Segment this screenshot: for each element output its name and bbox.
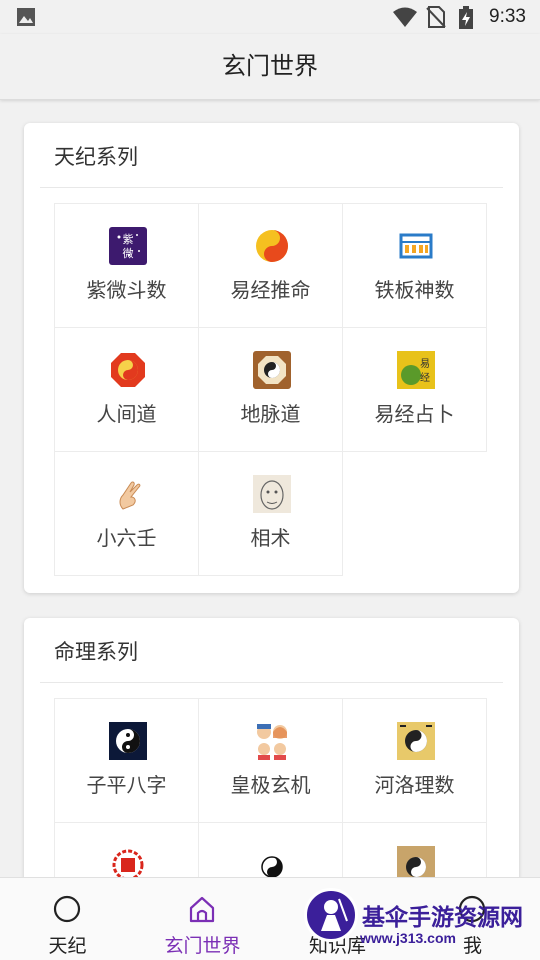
section-card-tianji: 天纪系列 紫 微 紫微斗数 易经推命 铁板神数 人间道 地脉道 易 经 易经占卜… <box>24 123 519 593</box>
watermark-text: 基伞手游资源网 <box>362 904 523 930</box>
app-bar: 玄门世界 <box>0 34 540 100</box>
image-notification-icon <box>17 8 35 26</box>
svg-text:微: 微 <box>123 246 134 260</box>
bagua-brown-icon <box>397 846 435 877</box>
status-bar: 9:33 <box>0 0 540 34</box>
wifi-icon <box>393 7 417 27</box>
grid-item-label: 河洛理数 <box>374 775 455 797</box>
red-seal-icon <box>112 849 144 877</box>
section-title: 命理系列 <box>54 641 138 664</box>
battery-charging-icon <box>459 6 473 29</box>
bagua-red-icon <box>111 353 145 387</box>
divider <box>40 682 503 683</box>
no-sim-icon <box>426 6 446 28</box>
home-icon <box>189 896 215 923</box>
svg-text:易: 易 <box>420 358 430 370</box>
section-title: 天纪系列 <box>54 146 138 169</box>
grid-item-label: 易经占卜 <box>374 404 455 426</box>
ziwei-icon: 紫 微 <box>109 227 147 265</box>
grid-item-label: 相术 <box>250 528 291 550</box>
svg-text:紫: 紫 <box>123 233 134 246</box>
grid-item-label: 紫微斗数 <box>86 280 167 302</box>
grid-item-label: 人间道 <box>96 404 157 426</box>
ninja-icon <box>321 898 348 931</box>
grid-item-dimaidao[interactable]: 地脉道 <box>198 327 343 452</box>
yinyang-orange-icon <box>256 230 288 262</box>
page-title: 玄门世界 <box>222 53 318 80</box>
grid-item-tieban[interactable]: 铁板神数 <box>342 203 487 328</box>
grid-item-6[interactable] <box>342 822 487 877</box>
face-sketch-icon <box>253 475 291 513</box>
hand-icon <box>119 481 141 510</box>
tab-xuanmen-shijie[interactable]: 玄门世界 <box>135 878 270 960</box>
section-card-mingli: 命理系列 子平八字 皇极玄机 河洛理数 <box>24 618 519 877</box>
status-time: 9:33 <box>489 6 526 27</box>
abacus-icon <box>399 233 433 259</box>
grid-item-5[interactable] <box>198 822 343 877</box>
watermark-url: www.j313.com <box>360 930 456 946</box>
grid-item-renjiandao[interactable]: 人间道 <box>54 327 199 452</box>
divider <box>40 187 503 188</box>
grid-item-heluo[interactable]: 河洛理数 <box>342 698 487 823</box>
family-icon <box>257 724 287 760</box>
bagua-brown-icon <box>253 351 291 389</box>
tab-label: 玄门世界 <box>164 936 241 957</box>
yijing-book-icon: 易 经 <box>397 351 435 389</box>
grid-item-label: 子平八字 <box>86 775 167 797</box>
bagua-scroll-icon <box>397 722 435 760</box>
grid-item-yijing-zhanbu[interactable]: 易 经 易经占卜 <box>342 327 487 452</box>
grid-item-yijing-tuiming[interactable]: 易经推命 <box>198 203 343 328</box>
svg-text:经: 经 <box>420 371 430 384</box>
grid-item-label: 小六壬 <box>96 528 157 550</box>
grid-item-huangji[interactable]: 皇极玄机 <box>198 698 343 823</box>
circle-icon <box>53 895 81 923</box>
grid-item-xiangshu[interactable]: 相术 <box>198 451 343 576</box>
watermark-logo-icon <box>304 888 358 942</box>
tab-label: 天纪 <box>48 936 87 957</box>
grid-item-ziwei[interactable]: 紫 微 紫微斗数 <box>54 203 199 328</box>
grid-item-xiaoliuren[interactable]: 小六壬 <box>54 451 199 576</box>
grid-item-ziping-bazi[interactable]: 子平八字 <box>54 698 199 823</box>
yinyang-small-icon <box>261 856 283 877</box>
main-content[interactable]: 天纪系列 紫 微 紫微斗数 易经推命 铁板神数 人间道 地脉道 易 经 易经占卜… <box>0 101 540 877</box>
grid-item-label: 易经推命 <box>230 280 311 302</box>
grid-item-4[interactable] <box>54 822 199 877</box>
tab-tianji[interactable]: 天纪 <box>0 878 135 960</box>
yinyang-night-icon <box>109 722 147 760</box>
watermark: 基伞手游资源网 www.j313.com <box>300 884 540 954</box>
grid-item-label: 地脉道 <box>240 404 301 426</box>
grid-item-label: 皇极玄机 <box>230 775 311 797</box>
grid-item-label: 铁板神数 <box>374 280 455 302</box>
